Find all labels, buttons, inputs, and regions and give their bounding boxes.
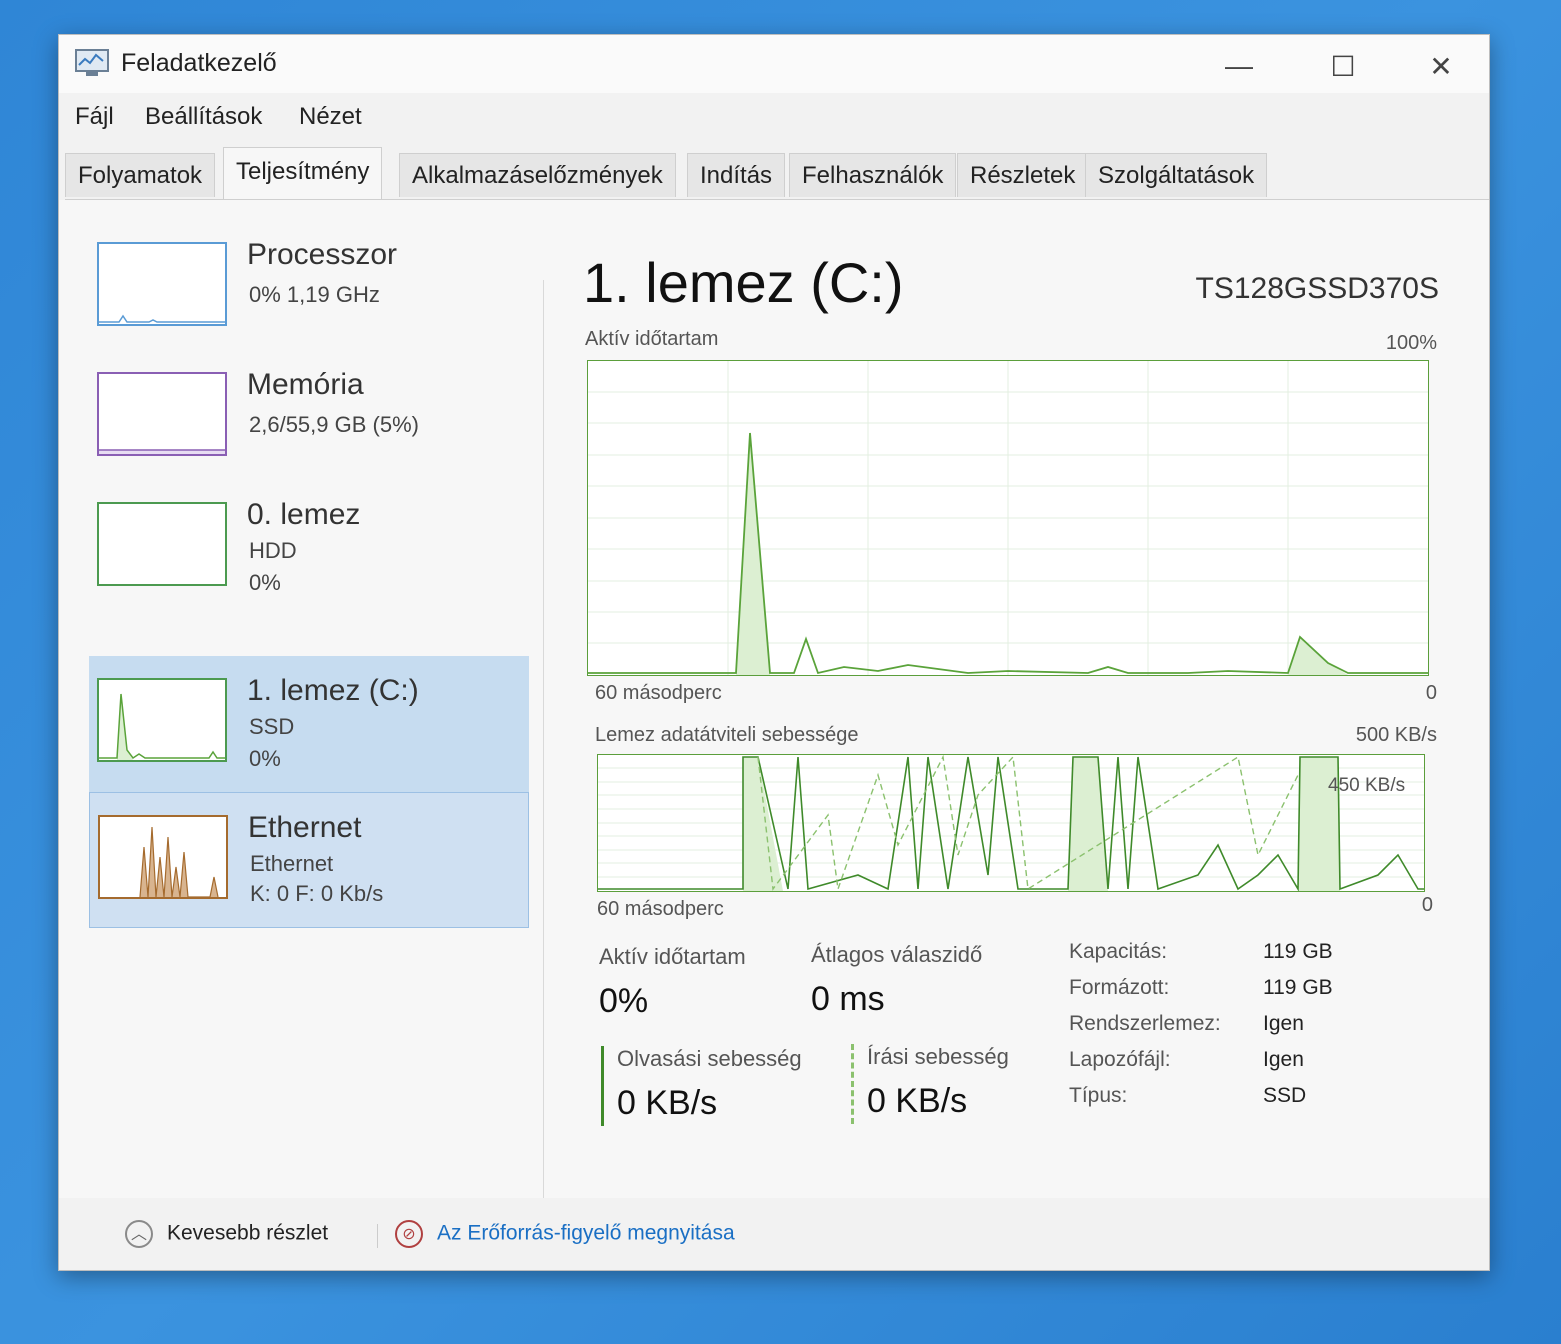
sidebar-item-label: Ethernet	[248, 811, 362, 844]
prop-type-value: SSD	[1263, 1084, 1307, 1107]
stat-response-time-label: Átlagos válaszidő	[811, 942, 983, 967]
menu-view[interactable]: Nézet	[299, 103, 362, 131]
prop-capacity-value: 119 GB	[1263, 940, 1333, 963]
sidebar-item-label: Memória	[247, 368, 364, 401]
tab-details[interactable]: Részletek	[957, 153, 1089, 197]
resource-monitor-label: Az Erőforrás-figyelő megnyitása	[437, 1221, 735, 1245]
tab-users[interactable]: Felhasználók	[789, 153, 957, 197]
tab-performance[interactable]: Teljesítmény	[223, 147, 383, 199]
write-speed-legend-line	[851, 1044, 854, 1124]
sidebar-item-disk-1[interactable]: 1. lemez (C:) SSD 0%	[89, 656, 529, 792]
stat-read-speed-value: 0 KB/s	[617, 1084, 718, 1122]
sidebar-item-usage: 0%	[249, 746, 281, 771]
sidebar-item-label: 1. lemez (C:)	[247, 674, 419, 707]
disk-1-thumbnail	[97, 678, 227, 762]
stat-active-time-label: Aktív időtartam	[599, 944, 746, 969]
close-button[interactable]: ✕	[1409, 43, 1473, 89]
prop-system-disk-value: Igen	[1263, 1012, 1304, 1035]
minimize-button[interactable]: —	[1207, 43, 1271, 89]
prop-page-file-value: Igen	[1263, 1048, 1304, 1071]
disk-model: TS128GSSD370S	[1195, 272, 1439, 305]
performance-content: Processzor 0% 1,19 GHz Memória 2,6/55,9 …	[59, 200, 1489, 1200]
open-resource-monitor-link[interactable]: ⊘ Az Erőforrás-figyelő megnyitása	[395, 1220, 735, 1248]
sidebar-item-label: 0. lemez	[247, 498, 361, 531]
sidebar-item-label: Processzor	[247, 238, 398, 271]
stat-read-speed-label: Olvasási sebesség	[617, 1046, 802, 1071]
tab-services[interactable]: Szolgáltatások	[1085, 153, 1268, 197]
footer-separator	[377, 1224, 378, 1248]
resource-monitor-icon: ⊘	[395, 1220, 423, 1248]
disk-title: 1. lemez (C:)	[583, 251, 904, 314]
pane-divider	[543, 280, 544, 1200]
prop-formatted-value: 119 GB	[1263, 976, 1333, 999]
menu-options[interactable]: Beállítások	[145, 103, 262, 131]
prop-capacity-label: Kapacitás:	[1069, 940, 1168, 963]
transfer-rate-chart-label: Lemez adatátviteli sebessége	[595, 724, 859, 746]
stat-active-time-value: 0%	[599, 982, 649, 1020]
tab-bar: Folyamatok Teljesítmény Alkalmazáselőzmé…	[65, 147, 1489, 200]
prop-page-file-label: Lapozófájl:	[1069, 1048, 1171, 1071]
sidebar-item-usage: 0%	[249, 570, 281, 595]
active-time-chart-x-left: 60 másodperc	[595, 682, 722, 704]
sidebar-item-disk-0[interactable]: 0. lemez HDD 0%	[89, 480, 529, 616]
sidebar-item-type: SSD	[249, 714, 295, 739]
sidebar-item-adapter: Ethernet	[250, 851, 334, 876]
memory-thumbnail	[97, 372, 227, 456]
fewer-details-label: Kevesebb részlet	[167, 1221, 329, 1245]
sidebar-item-detail: 2,6/55,9 GB (5%)	[249, 412, 419, 437]
fewer-details-button[interactable]: ︿ Kevesebb részlet	[125, 1220, 328, 1248]
active-time-chart	[587, 360, 1429, 676]
active-time-chart-max: 100%	[1385, 332, 1437, 354]
tab-processes[interactable]: Folyamatok	[65, 153, 216, 197]
menu-file[interactable]: Fájl	[75, 103, 114, 131]
stat-write-speed-value: 0 KB/s	[867, 1082, 968, 1120]
window-title: Feladatkezelő	[121, 49, 277, 77]
chevron-up-icon: ︿	[125, 1220, 153, 1248]
prop-formatted-label: Formázott:	[1069, 976, 1170, 999]
processor-thumbnail	[97, 242, 227, 326]
maximize-button[interactable]: ☐	[1311, 43, 1375, 89]
stat-response-time-value: 0 ms	[811, 980, 885, 1018]
ethernet-thumbnail	[98, 815, 228, 899]
footer-bar: ︿ Kevesebb részlet ⊘ Az Erőforrás-figyelő …	[59, 1198, 1489, 1270]
sidebar-item-ethernet[interactable]: Ethernet Ethernet K: 0 F: 0 Kb/s	[89, 792, 529, 928]
transfer-rate-chart: 450 KB/s	[597, 754, 1425, 892]
prop-type-label: Típus:	[1069, 1084, 1128, 1107]
sidebar-item-detail: 0% 1,19 GHz	[249, 282, 380, 307]
menu-bar: Fájl Beállítások Nézet	[59, 97, 1489, 141]
tab-startup[interactable]: Indítás	[687, 153, 786, 197]
read-speed-legend-line	[601, 1046, 604, 1126]
transfer-rate-chart-x-left: 60 másodperc	[597, 898, 724, 920]
sidebar-item-processor[interactable]: Processzor 0% 1,19 GHz	[89, 220, 529, 356]
sidebar-item-type: HDD	[249, 538, 297, 563]
disk-0-thumbnail	[97, 502, 227, 586]
transfer-rate-marker: 450 KB/s	[1328, 775, 1406, 796]
stat-write-speed-label: Írási sebesség	[867, 1044, 1009, 1069]
task-manager-window: Feladatkezelő — ☐ ✕ Fájl Beállítások Néz…	[58, 34, 1490, 1271]
title-bar: Feladatkezelő — ☐ ✕	[59, 35, 1489, 93]
disk-detail-pane: 1. lemez (C:) TS128GSSD370S Aktív időtar…	[579, 200, 1459, 1190]
transfer-rate-chart-x-right: 0	[1421, 894, 1433, 916]
sidebar-item-throughput: K: 0 F: 0 Kb/s	[250, 881, 384, 906]
task-manager-icon	[75, 49, 109, 76]
resource-list: Processzor 0% 1,19 GHz Memória 2,6/55,9 …	[89, 220, 529, 1100]
active-time-chart-x-right: 0	[1425, 682, 1437, 704]
sidebar-item-memory[interactable]: Memória 2,6/55,9 GB (5%)	[89, 350, 529, 486]
active-time-chart-label: Aktív időtartam	[585, 328, 719, 350]
prop-system-disk-label: Rendszerlemez:	[1069, 1012, 1221, 1035]
tab-app-history[interactable]: Alkalmazáselőzmények	[399, 153, 676, 197]
transfer-rate-chart-max: 500 KB/s	[1355, 724, 1437, 746]
